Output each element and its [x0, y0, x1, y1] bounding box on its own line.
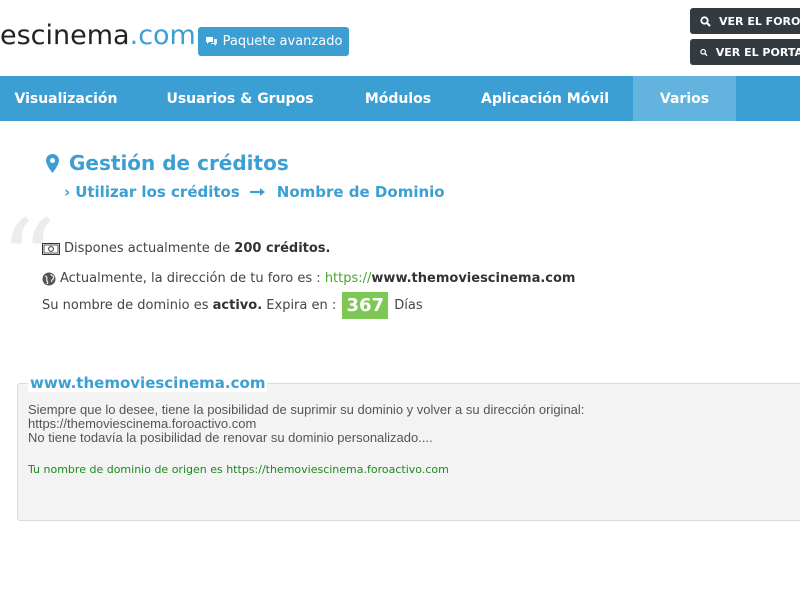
- banknote-icon: [42, 242, 60, 255]
- domain-status-line: Su nombre de dominio es activo. Expira e…: [42, 292, 423, 319]
- map-marker-icon: [46, 153, 59, 173]
- credits-prefix: Dispones actualmente de: [64, 241, 231, 256]
- nav-item-aplicacion-movil[interactable]: Aplicación Móvil: [469, 76, 621, 121]
- status-prefix: Su nombre de dominio es: [42, 298, 209, 313]
- expire-prefix: Expira en :: [266, 298, 337, 313]
- expire-days-badge: 367: [342, 292, 389, 319]
- chat-bubbles-icon: [205, 36, 217, 46]
- view-portal-button[interactable]: VER EL PORTAL: [690, 39, 800, 65]
- status-value: activo.: [212, 298, 263, 313]
- expire-unit: Días: [394, 298, 423, 313]
- view-portal-label: VER EL PORTAL: [715, 45, 800, 59]
- origin-domain-text: Tu nombre de dominio de origen es https:…: [28, 463, 449, 476]
- nav-item-visualizacion[interactable]: Visualización: [0, 76, 132, 121]
- breadcrumb: › Utilizar los créditos Nombre de Domini…: [64, 183, 445, 201]
- domain-box-line: No tiene todavía la posibilidad de renov…: [28, 430, 433, 445]
- page-title: Gestión de créditos: [46, 151, 289, 175]
- arrow-right-icon: [249, 187, 267, 197]
- domain-box-line: https://themoviescinema.foroactivo.com: [28, 416, 257, 431]
- site-logo[interactable]: escinema.com: [0, 20, 196, 51]
- nav-item-usuarios-grupos[interactable]: Usuarios & Grupos: [142, 76, 338, 121]
- breadcrumb-current: Nombre de Dominio: [276, 183, 445, 201]
- address-prefix: Actualmente, la dirección de tu foro es …: [60, 271, 321, 286]
- globe-icon: [42, 272, 56, 285]
- view-forum-label: VER EL FORO: [719, 14, 800, 28]
- domain-box-title: www.themoviescinema.com: [28, 374, 268, 392]
- nav-item-modulos[interactable]: Módulos: [347, 76, 449, 121]
- nav-item-varios[interactable]: Varios: [633, 76, 736, 121]
- logo-text: escinema: [0, 20, 130, 51]
- view-forum-button[interactable]: VER EL FORO: [690, 8, 800, 34]
- address-scheme[interactable]: https://: [325, 271, 372, 286]
- search-icon: [700, 48, 708, 56]
- domain-box-line: Siempre que lo desee, tiene la posibilid…: [28, 402, 585, 417]
- credits-value: 200 créditos.: [234, 241, 331, 256]
- breadcrumb-link-credits[interactable]: Utilizar los créditos: [75, 183, 240, 201]
- address-host[interactable]: www.themoviescinema.com: [371, 271, 575, 286]
- package-button-label: Paquete avanzado: [222, 34, 343, 49]
- search-icon: [700, 15, 711, 27]
- package-button[interactable]: Paquete avanzado: [198, 27, 349, 56]
- main-nav: Visualización Usuarios & Grupos Módulos …: [0, 76, 800, 121]
- page-title-text: Gestión de créditos: [69, 151, 289, 175]
- logo-tld: .com: [129, 20, 196, 51]
- domain-box-text: Siempre que lo desee, tiene la posibilid…: [28, 403, 584, 445]
- credits-line: Dispones actualmente de 200 créditos.: [42, 241, 330, 256]
- address-line: Actualmente, la dirección de tu foro es …: [42, 271, 575, 286]
- chevron-right-icon: ›: [64, 183, 71, 201]
